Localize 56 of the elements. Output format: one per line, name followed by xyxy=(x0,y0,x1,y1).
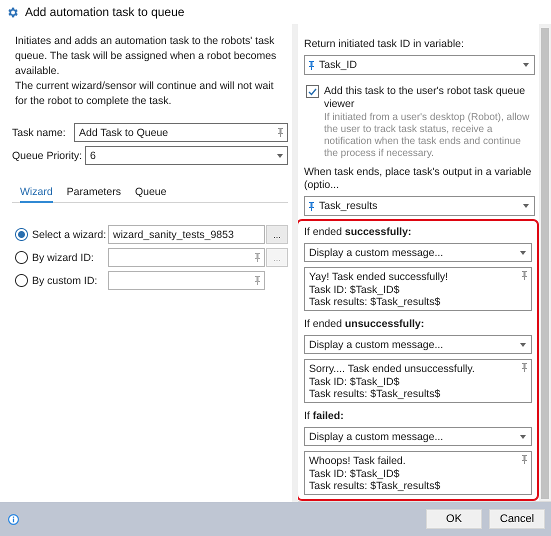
pin-icon xyxy=(255,253,260,262)
caret-icon xyxy=(523,204,529,208)
hint-text: If initiated from a user's desktop (Robot), allow the user to track task status, receive a notification when the task ends and continue the process if necessary. xyxy=(324,112,530,160)
gear-icon xyxy=(6,6,19,18)
dialog-button[interactable]: OK xyxy=(426,509,482,529)
pin-icon xyxy=(522,455,527,464)
pin-icon xyxy=(522,271,527,280)
option-label: Select a wizard: xyxy=(32,228,108,240)
radio-button[interactable] xyxy=(15,274,28,287)
caret-icon xyxy=(520,250,526,254)
dropdown-field[interactable]: Task_results xyxy=(304,196,535,216)
dropdown-field[interactable]: 6 xyxy=(85,146,288,165)
info-icon[interactable] xyxy=(8,514,19,524)
field-label: Queue Priority: xyxy=(12,150,84,162)
pin-icon xyxy=(255,276,260,285)
dropdown-field[interactable]: Task_ID xyxy=(304,55,535,75)
dropdown-field[interactable]: Display a custom message... xyxy=(304,427,532,446)
section-label: If ended unsuccessfully: xyxy=(304,318,426,331)
field-label: Task name: xyxy=(12,126,67,138)
option-label: By wizard ID: xyxy=(32,252,95,264)
check-icon xyxy=(308,88,317,96)
tab[interactable]: Parameters xyxy=(66,186,121,203)
scrollbar[interactable] xyxy=(539,24,551,501)
caret-icon xyxy=(523,63,529,67)
field-label: When task ends, place task's output in a variable (optio... xyxy=(304,166,532,192)
tab[interactable]: Queue xyxy=(134,186,166,203)
caret-icon xyxy=(277,154,283,158)
checkbox-label: Add this task to the user's robot task queue viewer xyxy=(324,85,526,111)
message-field[interactable]: Whoops! Task failed. Task ID: $Task_ID$ Task results: $Task_results$ xyxy=(304,451,532,495)
section-label: If failed: xyxy=(304,410,345,423)
message-field[interactable]: Yay! Task ended successfully! Task ID: $Task_ID$ Task results: $Task_results$ xyxy=(304,267,532,311)
pin-icon xyxy=(278,128,283,137)
field-label: Return initiated task ID in variable: xyxy=(304,38,465,51)
description-text: The current wizard/sensor will continue and will not wait for the robot to complete the task. xyxy=(14,79,275,109)
pin-icon xyxy=(522,363,527,372)
section-label: If ended successfully: xyxy=(304,226,412,239)
pin-icon xyxy=(309,60,314,70)
radio-button[interactable] xyxy=(15,251,28,264)
caret-icon xyxy=(520,342,526,346)
message-field[interactable]: Sorry.... Task ended unsuccessfully. Task ID: $Task_ID$ Task results: $Task_results$ xyxy=(304,359,532,403)
radio-button[interactable] xyxy=(15,228,28,241)
option-label: By custom ID: xyxy=(32,274,98,286)
input-field[interactable]: wizard_sanity_tests_9853 xyxy=(108,225,265,244)
window-title: Add automation task to queue xyxy=(25,5,184,19)
dropdown-field[interactable]: Display a custom message... xyxy=(304,243,532,262)
dropdown-field[interactable]: Display a custom message... xyxy=(304,335,532,354)
caret-icon xyxy=(520,434,526,438)
checkbox[interactable] xyxy=(306,85,319,98)
dialog-button[interactable]: Cancel xyxy=(489,509,545,529)
browse-button[interactable]: ... xyxy=(266,225,288,244)
input-field[interactable]: Add Task to Queue xyxy=(74,123,288,142)
description-text: Initiates and adds an automation task to the robots' task queue. The task will be assigned when a robot becomes available. xyxy=(14,34,278,79)
pin-icon xyxy=(309,202,314,210)
tab[interactable]: Wizard xyxy=(20,186,53,203)
input-field[interactable] xyxy=(108,271,265,290)
input-field[interactable] xyxy=(108,248,265,267)
